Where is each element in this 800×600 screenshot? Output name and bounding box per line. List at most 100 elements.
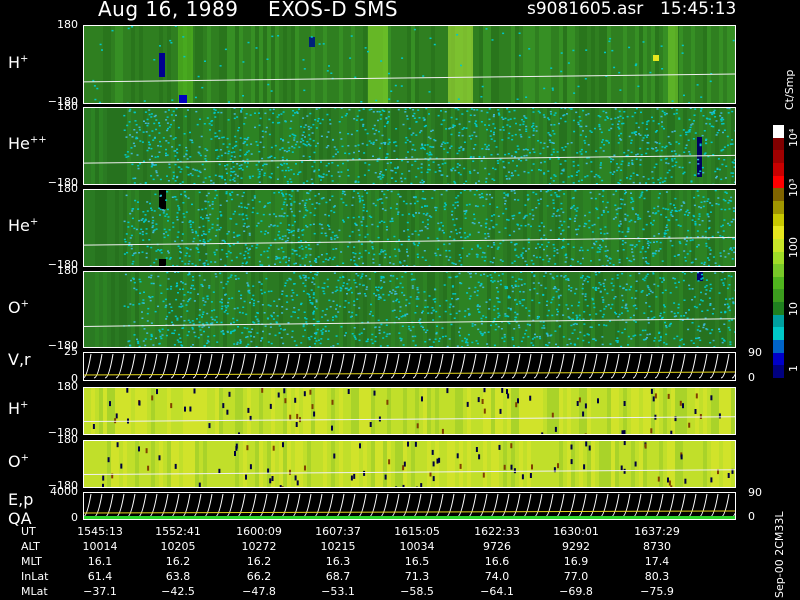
speckle [194, 335, 197, 338]
speckle [214, 261, 217, 263]
speckle [357, 229, 360, 231]
speckle [584, 295, 587, 298]
speckle [276, 225, 279, 227]
speckle [709, 283, 712, 286]
speckle [449, 147, 452, 149]
speckle [354, 222, 357, 225]
speckle [208, 122, 211, 125]
speckle [224, 241, 226, 243]
speckle [689, 126, 692, 129]
speckle [260, 220, 263, 222]
speckle [632, 255, 635, 257]
speckle [229, 193, 231, 195]
speckle [453, 317, 456, 319]
speckle [344, 193, 347, 196]
speckle [474, 122, 477, 125]
speckle [381, 208, 384, 210]
heatmap-column [707, 271, 711, 348]
speckle [683, 250, 686, 252]
speckle [373, 292, 376, 295]
panel-3-plot [83, 189, 736, 267]
heatmap-column [311, 189, 315, 267]
speckle [587, 113, 590, 115]
speckle [491, 39, 494, 41]
speckle [657, 285, 660, 287]
heatmap-column [271, 271, 275, 348]
speckle [678, 345, 681, 348]
speckle [731, 319, 733, 321]
speckle [305, 199, 308, 201]
speckle [682, 279, 685, 282]
speckle [176, 317, 179, 319]
speckle [347, 169, 349, 171]
heatmap-column [167, 25, 171, 104]
speckle [598, 193, 601, 195]
speckle [202, 311, 205, 313]
speckle [604, 51, 606, 54]
speckle [691, 288, 694, 290]
heatmap-column [571, 189, 575, 267]
speckle [348, 152, 351, 155]
speckle [328, 170, 330, 173]
speckle [360, 243, 363, 245]
speckle [237, 277, 240, 280]
speckle [152, 139, 155, 141]
speckle [378, 221, 381, 224]
speckle [722, 148, 725, 151]
speckle [137, 167, 140, 170]
speckle [673, 337, 676, 340]
speckle [520, 284, 523, 286]
speckle [659, 336, 662, 339]
speckle [683, 94, 685, 97]
speckle [685, 243, 688, 246]
speckle [416, 253, 419, 256]
heatmap-column [483, 25, 487, 104]
heatmap-column [423, 189, 427, 267]
speckle [597, 115, 600, 117]
speckle [466, 255, 469, 257]
speckle [343, 334, 346, 337]
speckle [459, 327, 462, 329]
speckle [237, 326, 239, 328]
heatmap-column [579, 271, 583, 348]
speckle [574, 190, 577, 192]
intensity-spot [159, 189, 166, 209]
heatmap-column [555, 25, 559, 104]
speckle [417, 109, 420, 111]
speckle [497, 326, 500, 328]
speckle [688, 131, 691, 133]
speckle [286, 180, 289, 183]
speckle [422, 326, 424, 329]
speckle [682, 172, 685, 175]
speckle [174, 315, 177, 318]
heatmap-column [111, 25, 115, 104]
speckle [207, 201, 210, 203]
speckle [630, 286, 632, 288]
heatmap-column [91, 189, 95, 267]
speckle [220, 321, 223, 324]
speckle [444, 142, 447, 145]
speckle [249, 301, 251, 304]
speckle [277, 122, 279, 124]
speckle [341, 192, 344, 195]
speckle [611, 49, 614, 52]
speckle [148, 141, 150, 143]
heatmap-column [531, 107, 535, 185]
speckle [316, 328, 319, 331]
speckle [370, 303, 372, 306]
speckle [247, 203, 250, 206]
speckle [184, 254, 187, 257]
speckle [316, 274, 318, 276]
speckle [291, 224, 294, 227]
speckle [532, 148, 535, 150]
speckle [407, 325, 410, 328]
speckle [623, 151, 626, 154]
speckle [257, 300, 260, 303]
speckle [258, 281, 261, 283]
speckle [429, 137, 432, 140]
speckle [278, 230, 281, 233]
speckle [547, 260, 550, 263]
speckle [444, 111, 447, 113]
speckle [388, 98, 391, 100]
speckle [273, 300, 276, 302]
